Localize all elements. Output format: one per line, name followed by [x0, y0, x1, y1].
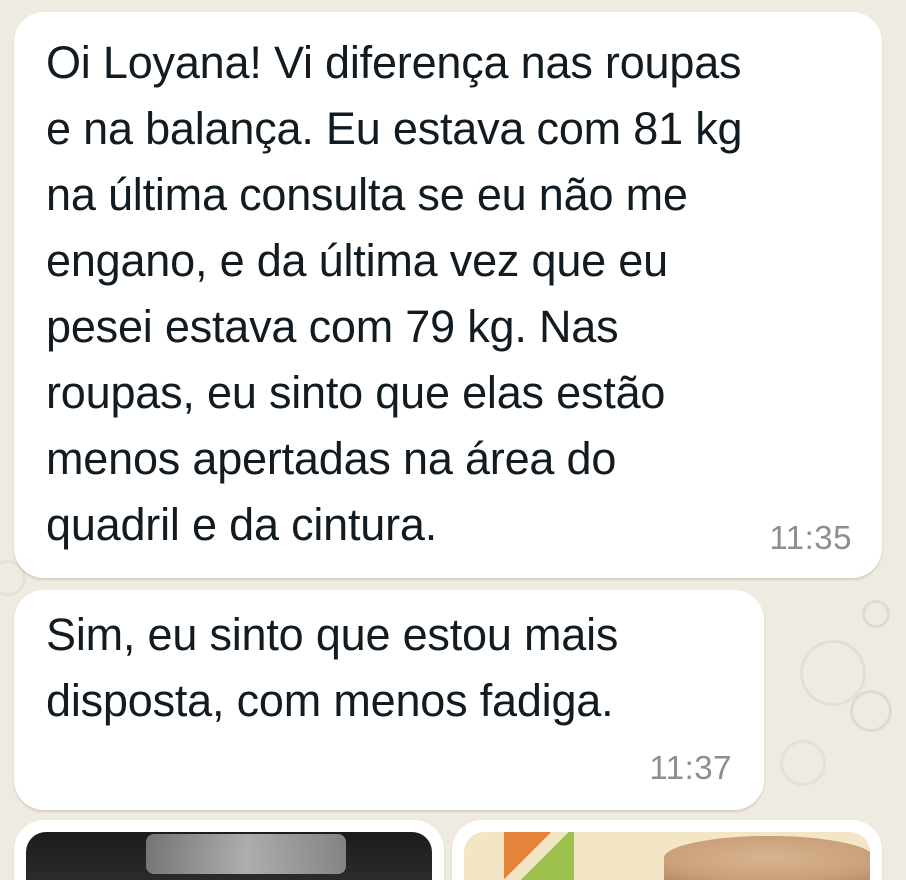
- wallpaper-doodle: [800, 640, 866, 706]
- message-text: Oi Loyana! Vi diferença nas roupas e na …: [46, 37, 743, 550]
- photo-content: [504, 832, 574, 880]
- photo-content: [664, 836, 870, 880]
- photo-content: [146, 834, 346, 874]
- message-timestamp: 11:35: [769, 519, 852, 556]
- media-message-bubble[interactable]: [14, 820, 444, 880]
- message-timestamp: 11:37: [649, 749, 732, 786]
- message-bubble-incoming[interactable]: Sim, eu sinto que estou mais disposta, c…: [14, 590, 764, 810]
- media-message-bubble[interactable]: [452, 820, 882, 880]
- photo-thumbnail[interactable]: [26, 832, 432, 880]
- wallpaper-doodle: [780, 740, 826, 786]
- message-bubble-incoming[interactable]: Oi Loyana! Vi diferença nas roupas e na …: [14, 12, 882, 578]
- photo-thumbnail[interactable]: [464, 832, 870, 880]
- message-text: Sim, eu sinto que estou mais disposta, c…: [46, 609, 619, 726]
- wallpaper-doodle: [862, 600, 890, 628]
